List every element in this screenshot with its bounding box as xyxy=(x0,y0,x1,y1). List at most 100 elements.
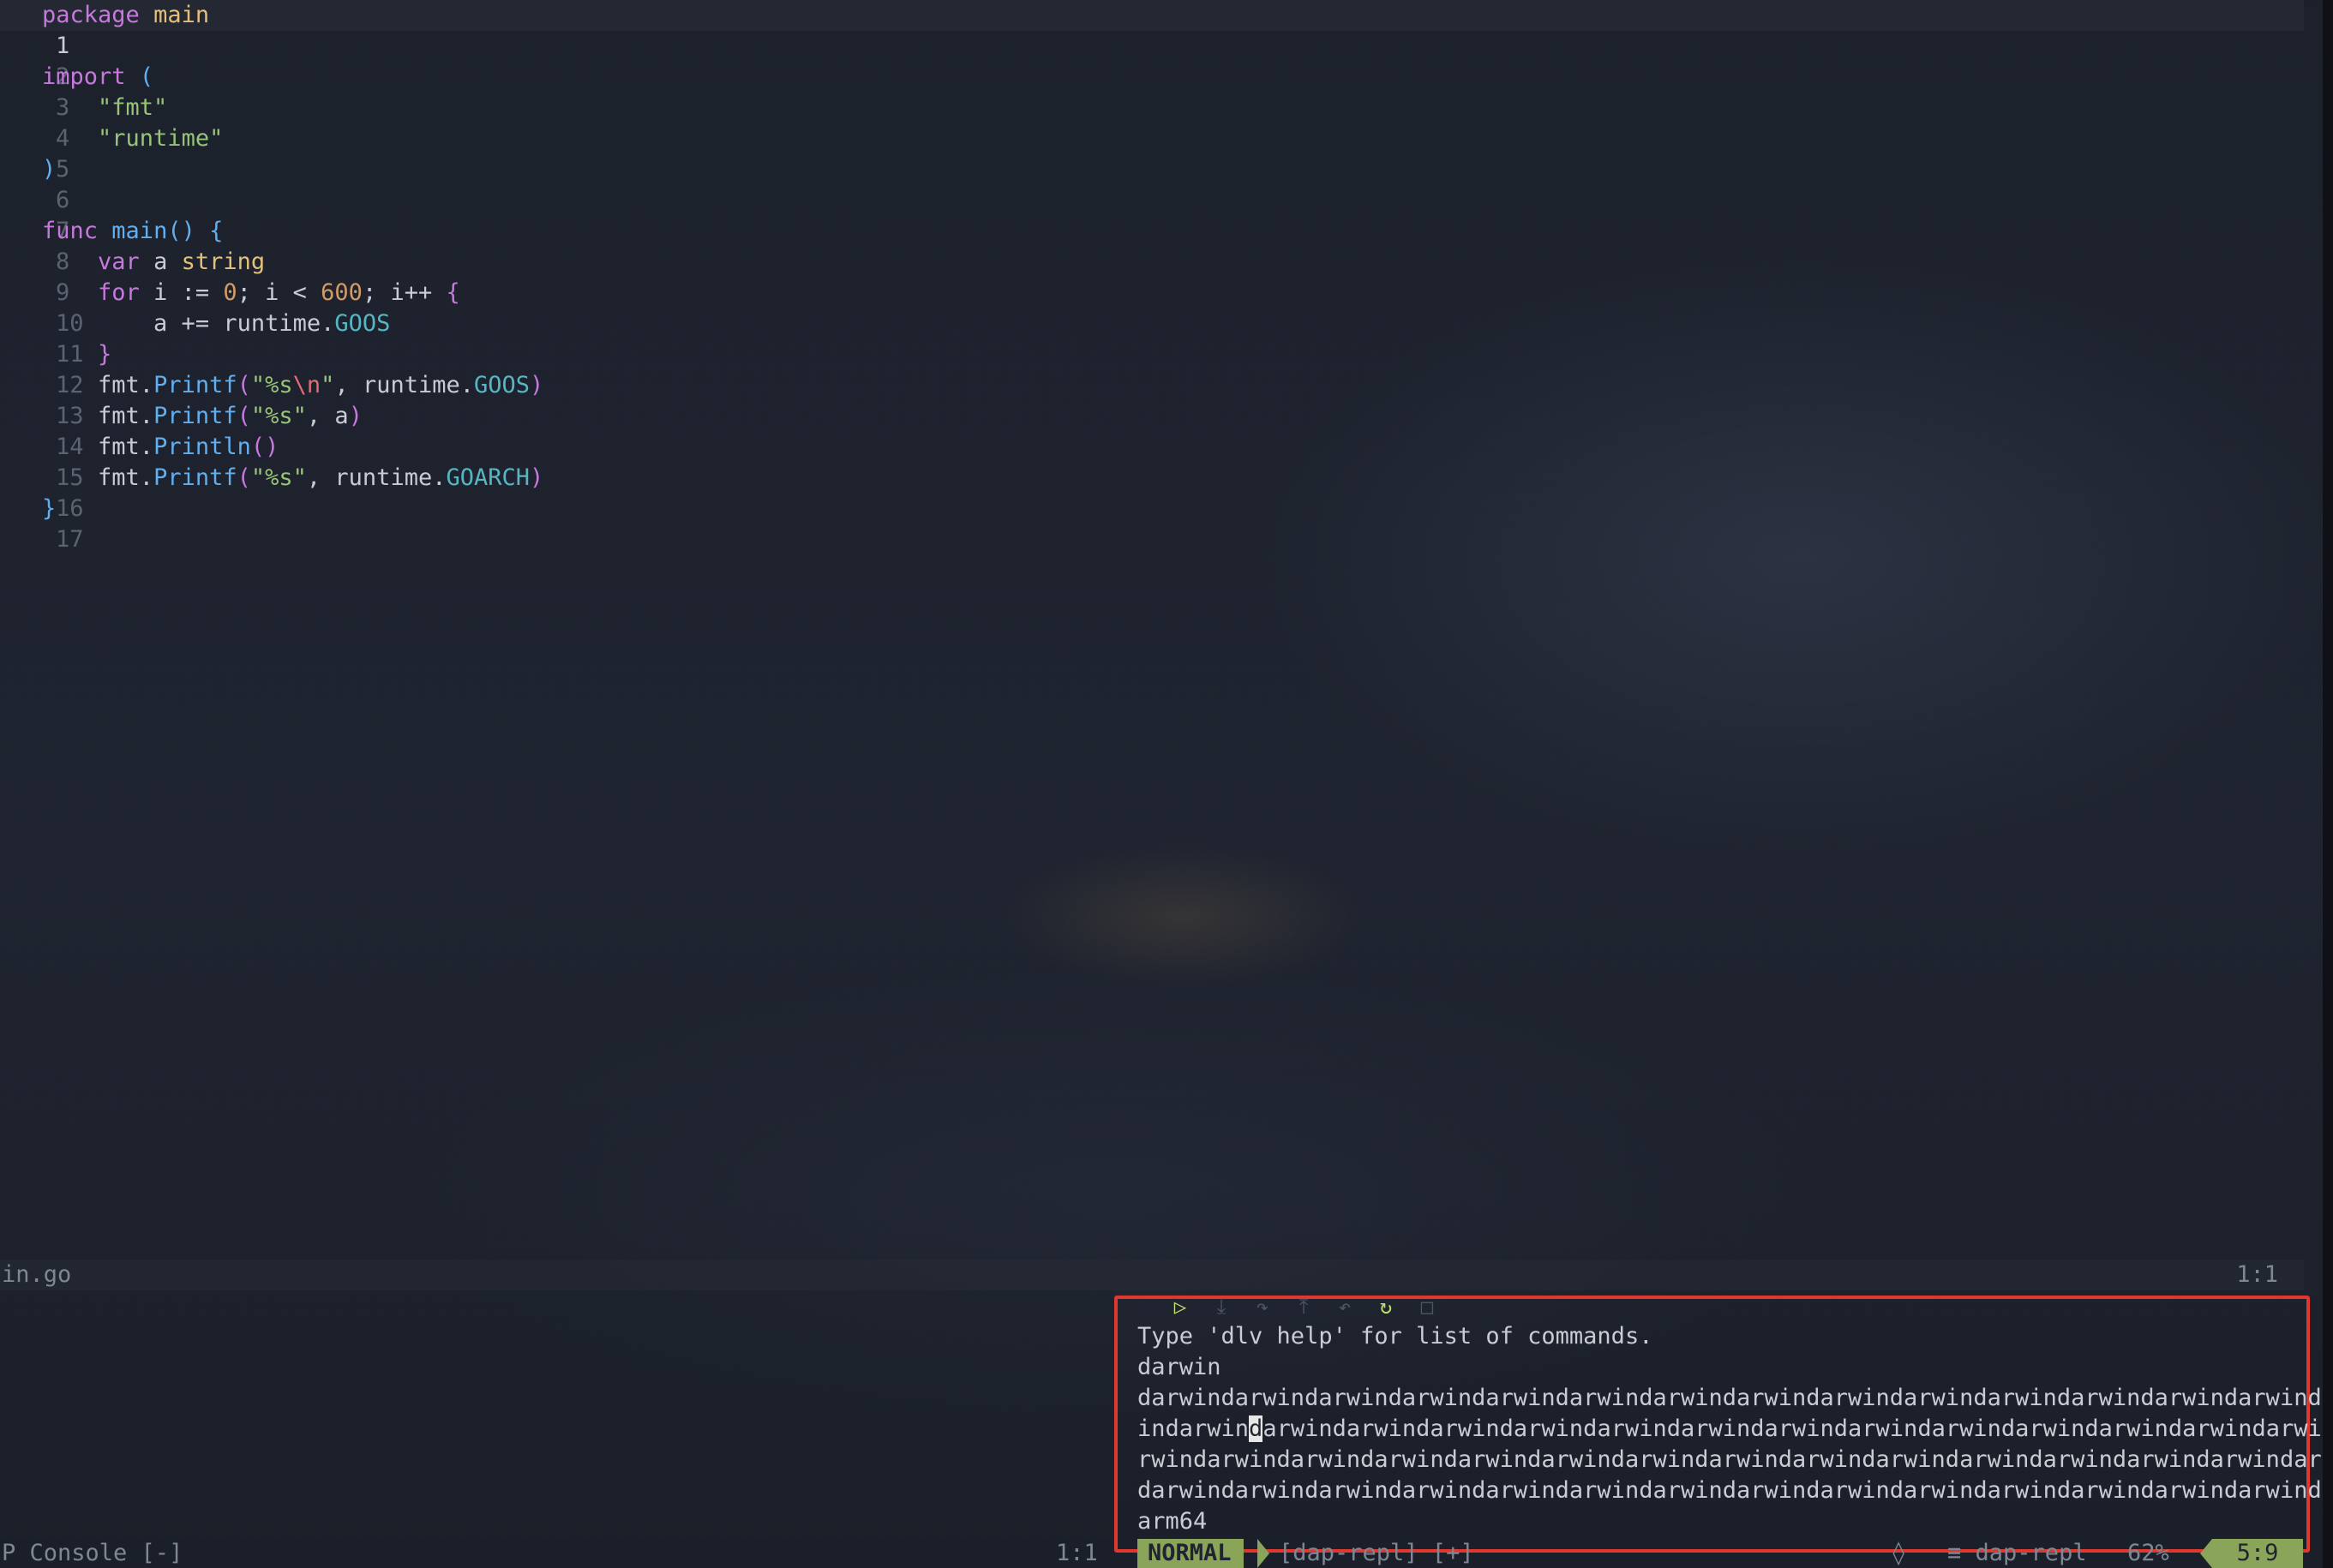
paren: ) xyxy=(530,464,544,491)
brace: { xyxy=(446,279,460,306)
stop-icon[interactable]: □ xyxy=(1414,1295,1440,1319)
code-line[interactable]: 4 "fmt" xyxy=(0,93,2304,152)
menu-icon: ≡ xyxy=(1947,1540,1962,1566)
code-text: ; i < xyxy=(237,279,321,306)
code-line[interactable]: 8 func main() { xyxy=(0,216,2304,275)
code-line[interactable]: 7 xyxy=(0,185,2304,244)
code-text: a += runtime. xyxy=(153,310,335,337)
code-line[interactable]: 13 fmt.Printf("%s\n", runtime.GOOS) xyxy=(0,370,2304,429)
repl-output-line: darwindarwindarwindarwindarwindarwindarw… xyxy=(1137,1477,2322,1504)
code-line[interactable]: 10 for i := 0; i < 600; i++ { xyxy=(0,278,2304,337)
code-text: , a xyxy=(306,403,349,429)
property: GOOS xyxy=(474,372,531,398)
string-literal: "fmt" xyxy=(98,94,168,121)
string-literal: "%s" xyxy=(250,403,307,429)
escape-sequence: \n xyxy=(292,372,321,398)
repl-output-line: rwindarwindarwindarwindarwindarwindarwin… xyxy=(1137,1446,2322,1473)
code-text: fmt. xyxy=(98,464,154,491)
code-line[interactable]: 3 import ( xyxy=(0,62,2304,121)
paren: ) xyxy=(530,372,544,398)
code-text: ; i++ xyxy=(362,279,447,306)
code-text: i := xyxy=(153,279,224,306)
keyword: func xyxy=(42,218,99,244)
code-line[interactable]: 2 xyxy=(0,31,2304,90)
function-name: Printf xyxy=(153,464,237,491)
property: GOOS xyxy=(334,310,391,337)
paren: ( xyxy=(237,403,251,429)
console-cursor-position: 1:1 xyxy=(1056,1540,1098,1566)
repl-cursor-position: 5:9 xyxy=(2212,1539,2303,1568)
number-literal: 0 xyxy=(223,279,237,306)
code-line[interactable]: 12 } xyxy=(0,339,2304,398)
mode-separator xyxy=(1257,1539,1269,1568)
code-line[interactable]: 9 var a string xyxy=(0,247,2304,306)
editor-statusline: in.go 1:1 xyxy=(0,1260,2304,1290)
string-literal: "%s xyxy=(250,372,293,398)
step-back-icon[interactable]: ↶ xyxy=(1332,1295,1358,1319)
mode-indicator: NORMAL xyxy=(1137,1539,1244,1568)
code-line[interactable]: 17} xyxy=(0,494,2304,553)
package-name: main xyxy=(153,2,210,28)
paren: ( xyxy=(237,372,251,398)
filetype: ≡ dap-repl xyxy=(1947,1539,2087,1568)
play-icon[interactable]: ▷ xyxy=(1167,1295,1193,1319)
paren: () xyxy=(167,218,195,244)
brace: { xyxy=(209,218,224,244)
buffer-name: [dap-repl] [+] xyxy=(1279,1540,1474,1566)
code-line[interactable]: 1 package main xyxy=(0,0,2304,59)
position-separator xyxy=(2200,1539,2212,1568)
text-cursor: d xyxy=(1249,1415,1263,1442)
function-name: Println xyxy=(153,434,251,460)
identifier: a xyxy=(153,248,168,275)
code-line[interactable]: 16 fmt.Printf("%s", runtime.GOARCH) xyxy=(0,463,2304,522)
keyword: import xyxy=(42,63,126,90)
number-literal: 600 xyxy=(321,279,363,306)
paren: () xyxy=(250,434,279,460)
code-line[interactable]: 14 fmt.Printf("%s", a) xyxy=(0,401,2304,460)
file-name: in.go xyxy=(2,1261,72,1288)
code-text: fmt. xyxy=(98,372,154,398)
type-name: string xyxy=(181,248,266,275)
repl-output-line: indarwindarwindarwindarwindarwindarwinda… xyxy=(1137,1414,2333,1445)
keyword: for xyxy=(98,279,140,306)
repl-text: arwindarwindarwindarwindarwindarwindarwi… xyxy=(1262,1415,2333,1442)
repl-output-line: arm64 xyxy=(1137,1508,1208,1535)
filetype-label: dap-repl xyxy=(1975,1540,2087,1566)
cursor-position: 1:1 xyxy=(2236,1261,2278,1288)
repl-statusline: NORMAL [dap-repl] [+] ◊ ≡ dap-repl 62% 5… xyxy=(1137,1539,2303,1568)
code-editor[interactable]: 1 package main 2 3 import ( 4 "fmt" 5 "run… xyxy=(0,0,2304,1260)
string-literal: " xyxy=(321,372,335,398)
step-out-icon[interactable]: ⤒ xyxy=(1291,1295,1316,1319)
code-line[interactable]: 15 fmt.Println() xyxy=(0,432,2304,491)
code-line[interactable]: 6) xyxy=(0,154,2304,213)
paren: ( xyxy=(237,464,251,491)
console-buffer-name: P Console [-] xyxy=(2,1540,183,1566)
repl-output-line: darwindarwindarwindarwindarwindarwindarw… xyxy=(1137,1385,2333,1411)
window-edge xyxy=(2323,0,2333,1568)
brace: } xyxy=(42,495,57,522)
code-line[interactable]: 5 "runtime" xyxy=(0,123,2304,183)
step-into-icon[interactable]: ⤓ xyxy=(1208,1295,1234,1319)
code-line[interactable]: 11 a += runtime.GOOS xyxy=(0,308,2304,368)
dap-console-pane[interactable] xyxy=(0,1290,1114,1539)
brace: } xyxy=(98,341,112,368)
diamond-icon: ◊ xyxy=(1892,1540,1906,1566)
repl-output-line: Type 'dlv help' for list of commands. xyxy=(1137,1323,1653,1350)
keyword: package xyxy=(42,2,140,28)
scroll-percent: 62% xyxy=(2127,1540,2169,1566)
string-literal: "runtime" xyxy=(98,125,224,152)
function-name: Printf xyxy=(153,403,237,429)
paren: ) xyxy=(348,403,363,429)
restart-icon[interactable]: ↻ xyxy=(1373,1295,1399,1319)
paren: ( xyxy=(139,63,154,90)
function-name: Printf xyxy=(153,372,237,398)
repl-text: indarwin xyxy=(1137,1415,1250,1442)
code-text: , runtime. xyxy=(306,464,447,491)
step-over-icon[interactable]: ↷ xyxy=(1250,1295,1275,1319)
paren: ) xyxy=(42,156,57,183)
repl-output-line: darwin xyxy=(1137,1354,1221,1380)
keyword: var xyxy=(98,248,140,275)
code-text: fmt. xyxy=(98,434,154,460)
property: GOARCH xyxy=(446,464,531,491)
dap-toolbar: ▷ ⤓ ↷ ⤒ ↶ ↻ □ xyxy=(1167,1294,1440,1320)
